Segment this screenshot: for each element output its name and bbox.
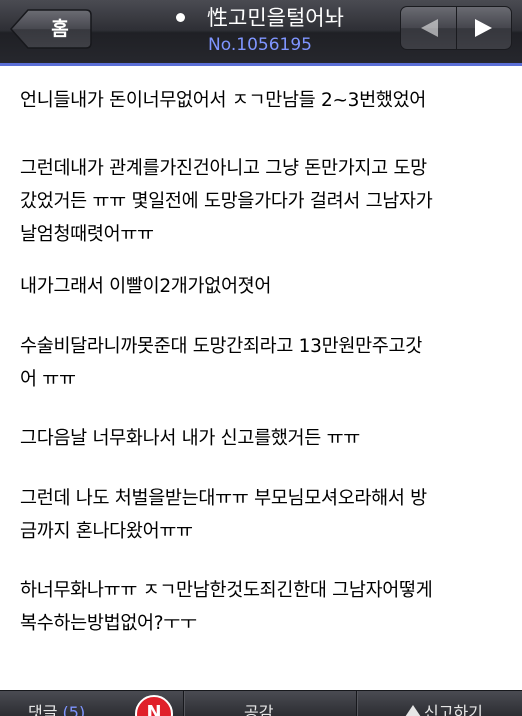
post-pager — [400, 6, 512, 50]
up-arrow-icon — [405, 705, 421, 716]
like-label: 공감 — [244, 703, 274, 716]
post-paragraph: 수술비달라니까못준대 도망간죄라고 13만원만주고갓 어 ㅠㅠ — [20, 336, 422, 390]
comments-count: (5) — [62, 703, 86, 716]
bullet-icon — [176, 12, 186, 22]
new-badge: N — [135, 695, 173, 716]
toolbar-divider — [356, 691, 358, 716]
report-button[interactable]: 신고하기 — [424, 691, 483, 716]
post-paragraph: 그런데내가 관계를가진건아니고 그냥 돈만가지고 도망 갔었거든 ㅠㅠ 몇일전에… — [20, 158, 433, 245]
app-window: 홈 性고민을털어놔 No.1056195 언니들내가 돈이너무없어서 ㅈㄱ만남들… — [0, 0, 522, 716]
top-navigation-bar: 홈 性고민을털어놔 No.1056195 — [0, 0, 522, 66]
post-paragraph: 하너무화나ㅠㅠ ㅈㄱ만남한것도죄긴한대 그남자어떻게 복수하는방법없어?ㅜㅜ — [20, 580, 433, 634]
like-button[interactable]: 공감 — [244, 691, 273, 716]
home-back-label: 홈 — [51, 18, 69, 40]
board-title: 性고민을털어놔 — [140, 4, 380, 32]
toolbar-divider — [183, 691, 185, 716]
comments-button[interactable]: 댓글 (5) — [28, 691, 85, 716]
board-title-text: 性고민을털어놔 — [207, 6, 344, 30]
post-paragraph: 그런데 나도 처벌을받는대ㅠㅠ 부모님모셔오라해서 방 금까지 혼나다왔어ㅠㅠ — [20, 488, 427, 542]
post-paragraph: 내가그래서 이빨이2개가없어졋어 — [20, 276, 272, 297]
post-paragraph: 언니들내가 돈이너무없어서 ㅈㄱ만남들 2~3번했었어 — [20, 90, 427, 111]
post-body: 언니들내가 돈이너무없어서 ㅈㄱ만남들 2~3번했었어 그런데내가 관계를가진건… — [0, 66, 522, 690]
next-post-button[interactable] — [456, 7, 511, 49]
comments-label: 댓글 — [28, 703, 58, 716]
board-title-area: 性고민을털어놔 No.1056195 — [140, 4, 380, 62]
home-back-button[interactable]: 홈 — [10, 9, 92, 49]
report-label: 신고하기 — [424, 703, 483, 716]
previous-post-button[interactable] — [401, 7, 456, 49]
bottom-toolbar: 댓글 (5) N 공감 신고하기 — [0, 690, 522, 716]
post-number: No.1056195 — [208, 35, 312, 55]
triangle-left-icon — [421, 19, 438, 37]
triangle-right-icon — [475, 19, 492, 37]
post-paragraph: 그다음날 너무화나서 내가 신고를했거든 ㅠㅠ — [20, 428, 361, 449]
